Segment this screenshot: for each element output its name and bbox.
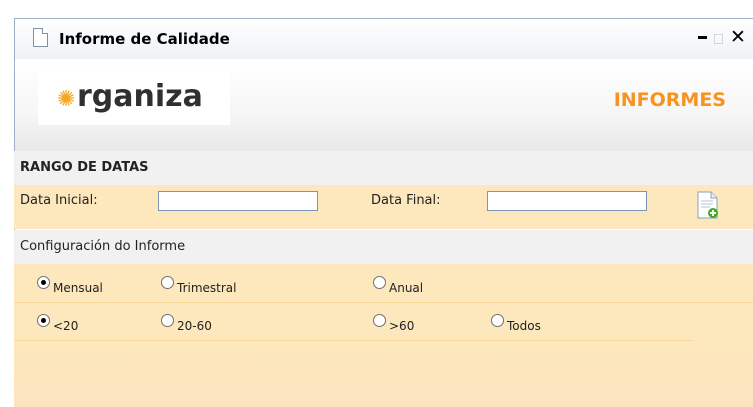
radio-20-60-label: 20-60: [177, 319, 212, 333]
radio-todos-button[interactable]: [491, 314, 504, 327]
section-title: INFORMES: [613, 89, 726, 111]
window-title: Informe de Calidade: [59, 30, 230, 48]
radio-trimestral[interactable]: Trimestral: [161, 276, 237, 295]
options-separator-2: [14, 340, 694, 341]
radio-anual-button[interactable]: [373, 276, 386, 289]
radio-lt20-label: <20: [53, 319, 79, 333]
radio-mensual-label: Mensual: [53, 281, 103, 295]
radio-mensual-button[interactable]: [37, 276, 50, 289]
end-date-input[interactable]: [487, 191, 647, 211]
document-icon: [33, 28, 48, 47]
options-separator: [14, 302, 753, 303]
maximize-icon[interactable]: [714, 34, 723, 44]
end-date-label: Data Final:: [371, 193, 441, 208]
radio-lt20-button[interactable]: [37, 314, 50, 327]
config-heading-text: Configuración do Informe: [20, 239, 186, 254]
minimize-icon[interactable]: [698, 36, 707, 39]
radio-anual[interactable]: Anual: [373, 276, 424, 295]
radio-todos-label: Todos: [507, 319, 541, 333]
radio-20-60[interactable]: 20-60: [161, 314, 212, 333]
radio-gt60-label: >60: [389, 319, 415, 333]
start-date-input[interactable]: [158, 191, 318, 211]
config-heading: Configuración do Informe: [14, 230, 753, 264]
radio-20-60-button[interactable]: [161, 314, 174, 327]
radio-mensual[interactable]: Mensual: [37, 276, 103, 295]
radio-trimestral-button[interactable]: [161, 276, 174, 289]
radio-gt60[interactable]: >60: [373, 314, 415, 333]
new-document-icon[interactable]: [697, 191, 719, 219]
title-bar: Informe de Calidade ✕: [15, 19, 753, 59]
logo-mark-icon: ✺: [57, 87, 76, 112]
radio-trimestral-label: Trimestral: [177, 281, 237, 295]
date-range-heading-text: RANGO DE DATAS: [20, 160, 149, 175]
app-header: ✺ rganiza INFORMES: [15, 59, 753, 152]
logo-text: rganiza: [77, 79, 203, 114]
radio-lt20[interactable]: <20: [37, 314, 79, 333]
close-icon[interactable]: ✕: [730, 27, 746, 47]
logo: ✺ rganiza: [38, 69, 230, 125]
start-date-label: Data Inicial:: [20, 193, 98, 208]
radio-gt60-button[interactable]: [373, 314, 386, 327]
date-range-heading: RANGO DE DATAS: [14, 151, 753, 185]
radio-todos[interactable]: Todos: [491, 314, 541, 333]
radio-anual-label: Anual: [389, 281, 424, 295]
